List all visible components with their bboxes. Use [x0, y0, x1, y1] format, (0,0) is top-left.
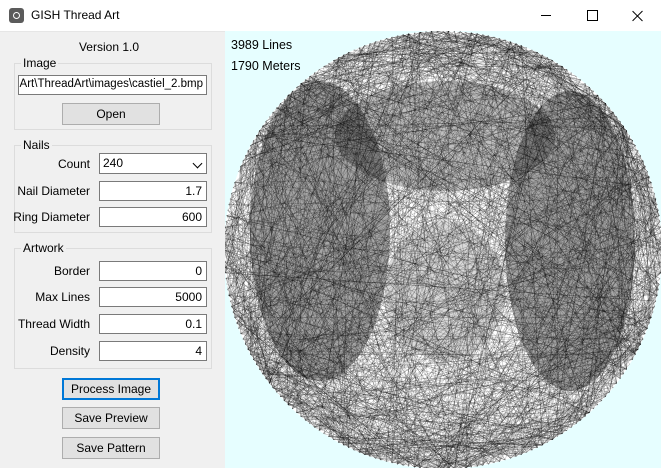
count-value: 240 [103, 156, 124, 170]
nail-diameter-label: Nail Diameter [17, 184, 90, 198]
portrait-shade [385, 221, 505, 361]
open-button[interactable]: Open [62, 103, 160, 125]
image-path-field[interactable]: C:\Users\GishArt\ThreadArt\images\castie… [18, 75, 207, 95]
artwork-group-label: Artwork [21, 241, 66, 255]
nail-diameter-field[interactable]: 1.7 [99, 181, 207, 201]
max-lines-field[interactable]: 5000 [99, 287, 207, 307]
maximize-icon [586, 10, 598, 21]
count-label: Count [57, 157, 90, 171]
image-group-label: Image [21, 56, 59, 70]
border-field[interactable]: 0 [99, 261, 207, 281]
image-path-text: C:\Users\GishArt\ThreadArt\images\castie… [19, 78, 203, 90]
minimize-button[interactable] [523, 0, 569, 31]
max-lines-label: Max Lines [35, 290, 90, 304]
portrait-shade [335, 81, 555, 191]
minimize-icon [541, 15, 551, 16]
close-button[interactable] [615, 0, 661, 31]
count-select[interactable]: 240 [99, 153, 207, 174]
thread-width-label: Thread Width [17, 317, 90, 331]
title-bar[interactable]: GISH Thread Art [0, 0, 661, 32]
density-label: Density [49, 344, 90, 358]
density-field[interactable]: 4 [99, 341, 207, 361]
version-label: Version 1.0 [78, 40, 140, 54]
save-preview-button[interactable]: Save Preview [62, 407, 160, 429]
window-title: GISH Thread Art [31, 8, 120, 22]
ring-diameter-field[interactable]: 600 [99, 207, 207, 227]
maximize-button[interactable] [569, 0, 615, 31]
ring-diameter-label: Ring Diameter [13, 210, 90, 224]
chevron-down-icon [192, 158, 203, 169]
close-icon [632, 10, 644, 22]
save-pattern-button[interactable]: Save Pattern [62, 437, 160, 459]
preview-canvas: 3989 Lines 1790 Meters [225, 31, 661, 468]
meters-count: 1790 Meters [231, 59, 301, 73]
lines-count: 3989 Lines [231, 38, 293, 52]
nails-group-label: Nails [21, 138, 52, 152]
thread-width-field[interactable]: 0.1 [99, 314, 207, 334]
thread-art-preview [225, 31, 661, 468]
border-label: Border [53, 264, 90, 278]
process-image-button[interactable]: Process Image [62, 378, 160, 400]
app-window: GISH Thread Art Version 1.0 Image C:\Use… [0, 0, 661, 468]
app-icon [9, 8, 24, 23]
